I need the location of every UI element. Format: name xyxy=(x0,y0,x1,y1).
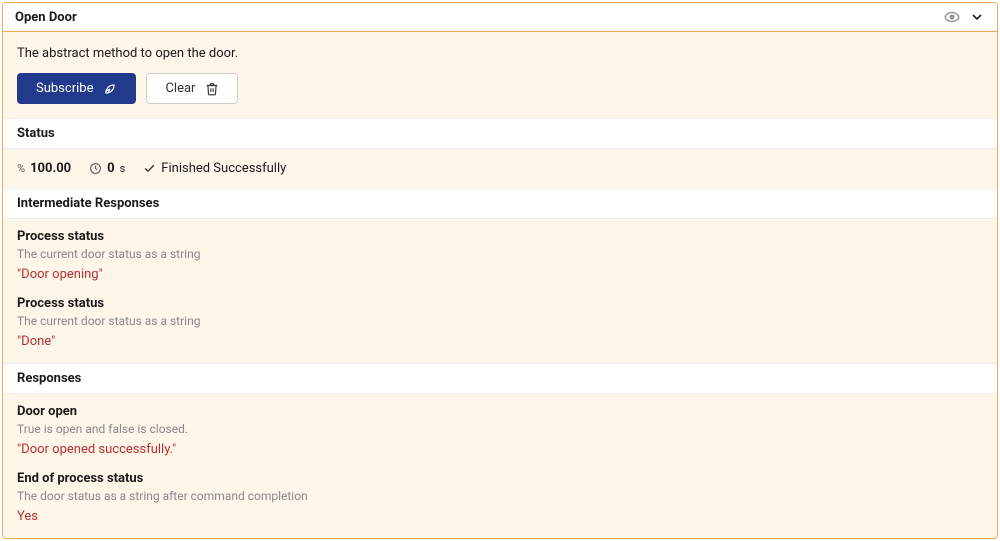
response-item-title: Process status xyxy=(17,229,983,244)
panel-title: Open Door xyxy=(15,10,77,25)
check-icon xyxy=(143,162,156,175)
intermediate-block: Process status The current door status a… xyxy=(3,219,997,363)
response-item: Process status The current door status a… xyxy=(17,296,983,349)
response-item-value: "Door opened successfully." xyxy=(17,442,983,457)
status-percent: % 100.00 xyxy=(17,161,71,176)
status-result: Finished Successfully xyxy=(143,161,286,176)
response-item-value: "Done" xyxy=(17,334,983,349)
response-item-desc: The door status as a string after comman… xyxy=(17,489,983,503)
rocket-icon xyxy=(103,82,117,96)
status-row: % 100.00 0 s Finished Successfully xyxy=(3,149,997,188)
section-header-status: Status xyxy=(3,118,997,149)
response-item-title: Door open xyxy=(17,404,983,419)
status-duration: 0 s xyxy=(89,161,125,176)
response-item: Door open True is open and false is clos… xyxy=(17,404,983,457)
eye-icon[interactable] xyxy=(943,8,961,26)
status-duration-value: 0 xyxy=(107,161,114,176)
response-item-desc: The current door status as a string xyxy=(17,314,983,328)
status-result-text: Finished Successfully xyxy=(161,161,286,176)
status-percent-value: 100.00 xyxy=(30,161,71,176)
chevron-down-icon[interactable] xyxy=(969,9,985,25)
response-item-desc: True is open and false is closed. xyxy=(17,422,983,436)
subscribe-button[interactable]: Subscribe xyxy=(17,73,136,104)
panel-header-actions xyxy=(943,8,985,26)
clear-button-label: Clear xyxy=(165,81,195,96)
response-item-value: "Door opening" xyxy=(17,267,983,282)
section-header-responses: Responses xyxy=(3,363,997,394)
trash-icon xyxy=(205,82,219,96)
responses-block: Door open True is open and false is clos… xyxy=(3,394,997,538)
response-item-value: Yes xyxy=(17,509,983,524)
section-header-intermediate: Intermediate Responses xyxy=(3,188,997,219)
response-item-title: Process status xyxy=(17,296,983,311)
command-panel: Open Door The abstract method to open th… xyxy=(2,2,998,539)
response-item: End of process status The door status as… xyxy=(17,471,983,524)
button-row: Subscribe Clear xyxy=(3,73,997,118)
panel-description: The abstract method to open the door. xyxy=(3,32,997,73)
subscribe-button-label: Subscribe xyxy=(36,81,93,96)
clock-icon xyxy=(89,162,102,175)
status-duration-unit: s xyxy=(120,162,126,175)
clear-button[interactable]: Clear xyxy=(146,73,238,104)
response-item-desc: The current door status as a string xyxy=(17,247,983,261)
response-item-title: End of process status xyxy=(17,471,983,486)
panel-header: Open Door xyxy=(3,3,997,32)
response-item: Process status The current door status a… xyxy=(17,229,983,282)
percent-icon: % xyxy=(17,162,25,175)
